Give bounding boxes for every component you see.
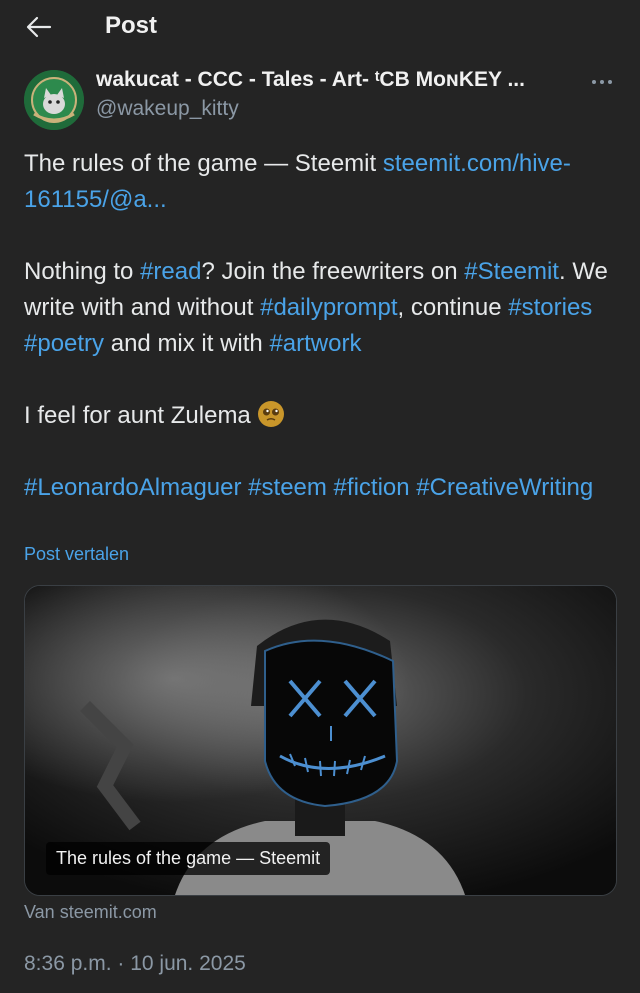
hashtag-link[interactable]: #steem [248, 474, 327, 501]
more-options-icon [592, 80, 612, 84]
back-arrow-icon [26, 16, 52, 38]
hashtag-link[interactable]: #CreativeWriting [416, 474, 593, 501]
post-text-run: ? Join the freewriters on [201, 258, 465, 285]
author-name[interactable]: wakucat - CCC - Tales - Art- ᵗCB MᴏɴKEY … [96, 68, 576, 92]
hashtag-link[interactable]: #artwork [269, 330, 361, 357]
top-bar: Post [0, 0, 640, 54]
post-paragraph-1: The rules of the game — Steemit steemit.… [24, 146, 616, 218]
avatar[interactable] [24, 70, 84, 130]
feeling-text: I feel for aunt Zulema [24, 402, 258, 429]
hashtag-link[interactable]: #stories [508, 294, 592, 321]
post-text-run: , continue [397, 294, 509, 321]
hashtag-link[interactable]: #LeonardoAlmaguer [24, 474, 242, 501]
hashtag-link[interactable]: #dailyprompt [260, 294, 397, 321]
link-card-caption: The rules of the game — Steemit [46, 842, 331, 875]
post-text-run: and mix it with [104, 330, 270, 357]
link-source[interactable]: Van steemit.com [24, 902, 157, 923]
post-timestamp[interactable]: 8:36 p.m. · 10 jun. 2025 [24, 952, 246, 976]
post-text-run [327, 474, 334, 501]
page-title: Post [105, 12, 158, 39]
more-options-button[interactable] [588, 70, 616, 94]
post-title-text: The rules of the game — Steemit [24, 150, 383, 177]
hashtag-link[interactable]: #poetry [24, 330, 104, 357]
pleading-face-emoji-icon [258, 401, 285, 427]
hashtag-link[interactable]: #fiction [334, 474, 410, 501]
cat-logo-icon [24, 70, 84, 130]
post-paragraph-2: Nothing to #read? Join the freewriters o… [24, 254, 616, 362]
post-paragraph-4: #LeonardoAlmaguer #steem #fiction #Creat… [24, 470, 616, 506]
hashtag-link[interactable]: #Steemit [464, 258, 559, 285]
translate-post-link[interactable]: Post vertalen [24, 544, 129, 565]
author-handle[interactable]: @wakeup_kitty [96, 97, 239, 121]
back-button[interactable] [24, 12, 54, 42]
post-text: The rules of the game — Steemit steemit.… [24, 146, 616, 506]
author-block: wakucat - CCC - Tales - Art- ᵗCB MᴏɴKEY … [24, 64, 616, 130]
post-text-run: Nothing to [24, 258, 141, 285]
post-paragraph-3: I feel for aunt Zulema [24, 398, 616, 434]
hashtag-link[interactable]: #read [140, 258, 201, 285]
